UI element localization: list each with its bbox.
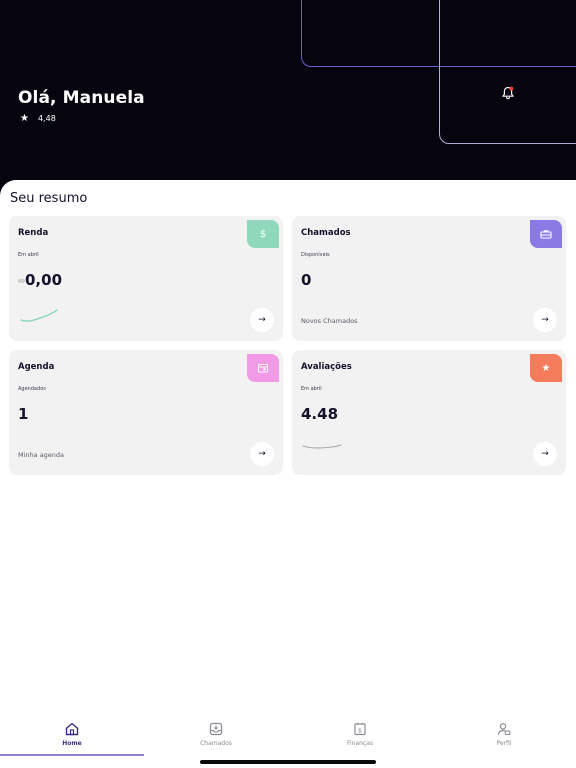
card-value: 0,00 [25, 271, 63, 289]
calendar-icon [247, 350, 283, 382]
svg-text:$: $ [358, 726, 362, 734]
finance-icon: $ [354, 722, 366, 736]
card-footer-link[interactable]: Minha agenda [18, 451, 64, 459]
dollar-icon: $ [247, 216, 283, 248]
card-value: 4.48 [301, 405, 339, 423]
briefcase-icon [530, 216, 566, 248]
card-title: Agenda [18, 362, 55, 372]
hidden-currency-placeholder [18, 278, 25, 283]
sparkline-chart [20, 309, 58, 322]
tab-perfil[interactable]: Perfil [432, 716, 576, 756]
notification-bell-icon[interactable] [500, 85, 516, 101]
tab-financas[interactable]: $ Finanças [288, 716, 432, 756]
card-subtitle: Disponíveis [301, 252, 330, 258]
rating-row: ★ 4,48 [20, 113, 56, 124]
star-icon: ★ [530, 350, 566, 382]
inbox-icon [209, 722, 223, 736]
open-agenda-button[interactable]: → [250, 442, 274, 466]
card-subtitle: Em abril [18, 252, 39, 258]
hero-header: Olá, Manuela ★ 4,48 [0, 0, 576, 196]
sparkline-chart [302, 444, 342, 449]
card-agenda[interactable]: Agenda Agendados 1 Minha agenda → [9, 350, 283, 475]
star-icon: ★ [20, 113, 29, 124]
card-avaliacoes[interactable]: Avaliações ★ Em abril 4.48 → [292, 350, 566, 475]
card-value: 0 [301, 271, 312, 289]
rating-value: 4,48 [37, 114, 56, 123]
profile-icon [497, 723, 511, 736]
tab-label: Perfil [496, 740, 512, 747]
open-renda-button[interactable]: → [250, 308, 274, 332]
card-value: 1 [18, 405, 29, 423]
open-avaliacoes-button[interactable]: → [533, 442, 557, 466]
card-subtitle: Agendados [18, 386, 46, 392]
tab-label: Finanças [346, 740, 374, 747]
home-icon [65, 722, 79, 736]
card-renda[interactable]: Renda $ Em abril 0,00 → [9, 216, 283, 341]
tab-home[interactable]: Home [0, 716, 144, 756]
home-indicator [200, 760, 376, 764]
card-title: Avaliações [301, 362, 352, 372]
decorative-frame [439, 0, 576, 144]
tab-label: Chamados [200, 740, 232, 747]
open-chamados-button[interactable]: → [533, 308, 557, 332]
card-title: Chamados [301, 228, 351, 238]
tab-chamados[interactable]: Chamados [144, 716, 288, 756]
card-chamados[interactable]: Chamados Disponíveis 0 Novos Chamados → [292, 216, 566, 341]
card-subtitle: Em abril [301, 386, 322, 392]
greeting-title: Olá, Manuela [18, 88, 145, 108]
tab-label: Home [62, 740, 82, 747]
section-title: Seu resumo [10, 191, 88, 206]
card-title: Renda [18, 228, 49, 238]
card-value-row: 0,00 [18, 271, 62, 289]
card-footer-link[interactable]: Novos Chamados [301, 317, 358, 325]
active-tab-indicator [0, 754, 144, 756]
